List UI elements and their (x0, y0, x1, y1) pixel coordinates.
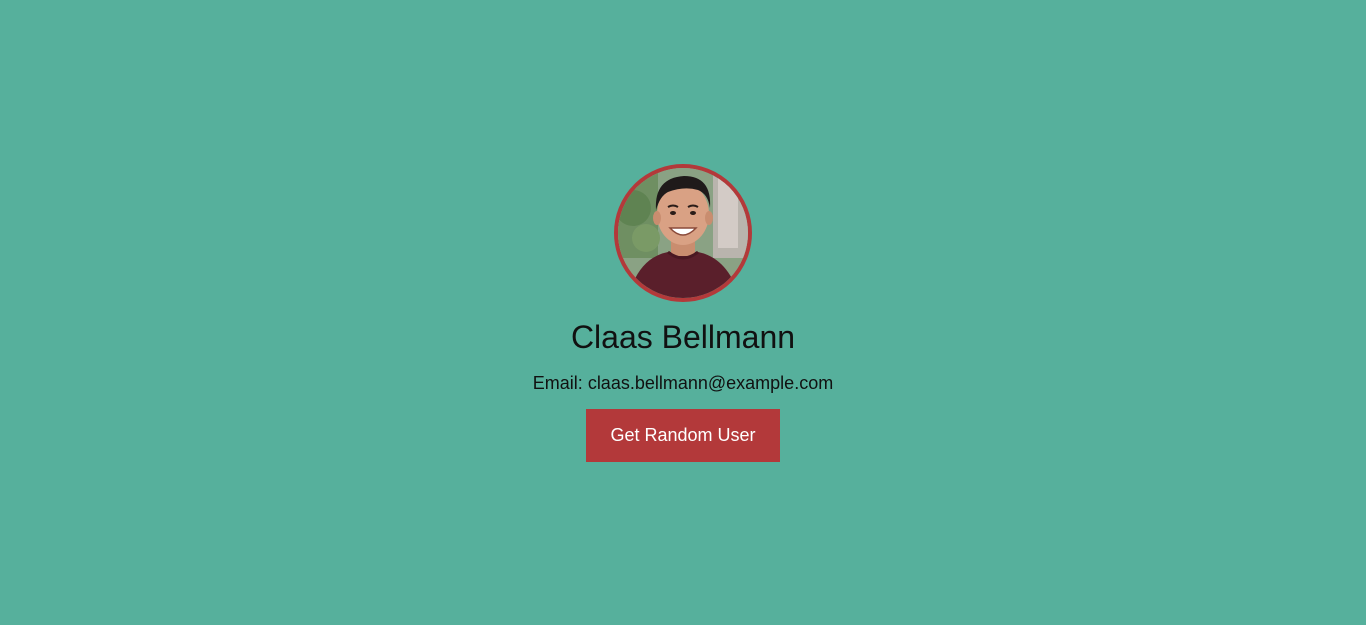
avatar-photo (618, 168, 748, 298)
user-email: claas.bellmann@example.com (587, 373, 834, 393)
get-random-user-button[interactable]: Get Random User (586, 409, 780, 462)
email-label: Email: (532, 373, 583, 393)
user-card: Claas Bellmann Email: claas.bellmann@exa… (0, 164, 1366, 462)
user-email-line: Email: claas.bellmann@example.com (533, 373, 833, 394)
user-avatar (614, 164, 752, 302)
user-name: Claas Bellmann (570, 319, 796, 355)
